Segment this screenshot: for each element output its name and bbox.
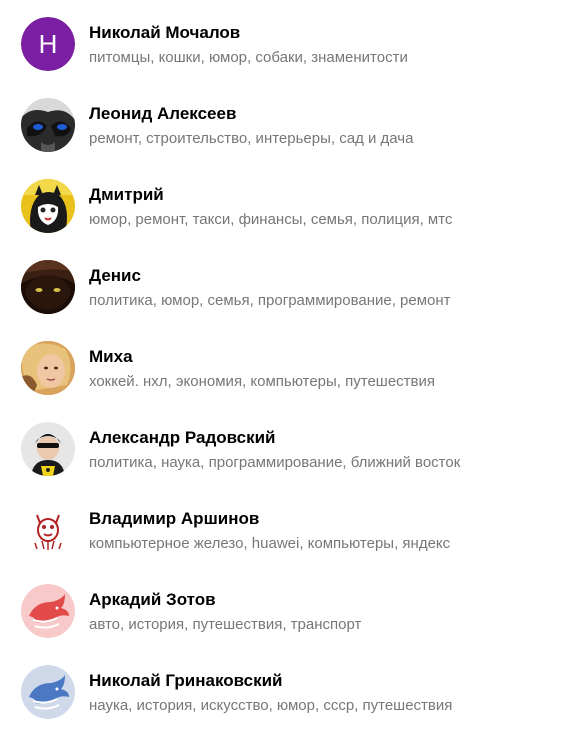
author-list: Н Николай Мочалов питомцы, кошки, юмор, …: [0, 0, 572, 734]
person-photo-avatar: [21, 422, 75, 476]
author-topics: компьютерное железо, huawei, компьютеры,…: [89, 535, 451, 552]
author-topics: питомцы, кошки, юмор, собаки, знаменитос…: [89, 49, 408, 66]
avatar[interactable]: [21, 584, 75, 638]
author-topics: политика, юмор, семья, программирование,…: [89, 292, 451, 309]
avatar-letter: Н: [38, 29, 58, 59]
author-name[interactable]: Дмитрий: [89, 185, 164, 205]
author-name[interactable]: Миха: [89, 347, 133, 367]
author-item[interactable]: Денис политика, юмор, семья, программиро…: [0, 243, 572, 324]
avatar[interactable]: [21, 341, 75, 395]
author-topics: юмор, ремонт, такси, финансы, семья, пол…: [89, 211, 453, 228]
avatar[interactable]: [21, 98, 75, 152]
author-item[interactable]: Леонид Алексеев ремонт, строительство, и…: [0, 81, 572, 162]
cat-photo-avatar: [21, 179, 75, 233]
dolphin-icon: [21, 665, 75, 719]
author-topics: наука, история, искусство, юмор, ссср, п…: [89, 697, 453, 714]
avatar[interactable]: Н: [21, 17, 75, 71]
author-topics: хоккей. нхл, экономия, компьютеры, путеш…: [89, 373, 436, 390]
cat-photo-avatar: [21, 260, 75, 314]
author-item[interactable]: Аркадий Зотов авто, история, путешествия…: [0, 567, 572, 648]
cat-photo-avatar: [21, 98, 75, 152]
avatar[interactable]: [21, 665, 75, 719]
author-name[interactable]: Александр Радовский: [89, 428, 276, 448]
author-item[interactable]: Александр Радовский политика, наука, про…: [0, 405, 572, 486]
author-topics: ремонт, строительство, интерьеры, сад и …: [89, 130, 414, 147]
avatar[interactable]: [21, 422, 75, 476]
author-topics: авто, история, путешествия, транспорт: [89, 616, 362, 633]
avatar[interactable]: [21, 179, 75, 233]
dolphin-icon: [21, 584, 75, 638]
avatar[interactable]: [21, 503, 75, 557]
author-name[interactable]: Аркадий Зотов: [89, 590, 216, 610]
author-name[interactable]: Леонид Алексеев: [89, 104, 236, 124]
author-name[interactable]: Николай Гринаковский: [89, 671, 283, 691]
person-photo-avatar: [21, 341, 75, 395]
author-name[interactable]: Николай Мочалов: [89, 23, 240, 43]
author-item[interactable]: Миха хоккей. нхл, экономия, компьютеры, …: [0, 324, 572, 405]
author-name[interactable]: Владимир Аршинов: [89, 509, 259, 529]
author-item[interactable]: Н Николай Мочалов питомцы, кошки, юмор, …: [0, 0, 572, 81]
devil-drawing-avatar: [21, 503, 75, 557]
author-topics: политика, наука, программирование, ближн…: [89, 454, 461, 471]
author-item[interactable]: Дмитрий юмор, ремонт, такси, финансы, се…: [0, 162, 572, 243]
author-item[interactable]: Владимир Аршинов компьютерное железо, hu…: [0, 486, 572, 567]
author-name[interactable]: Денис: [89, 266, 141, 286]
avatar[interactable]: [21, 260, 75, 314]
author-item[interactable]: Николай Гринаковский наука, история, иск…: [0, 648, 572, 729]
